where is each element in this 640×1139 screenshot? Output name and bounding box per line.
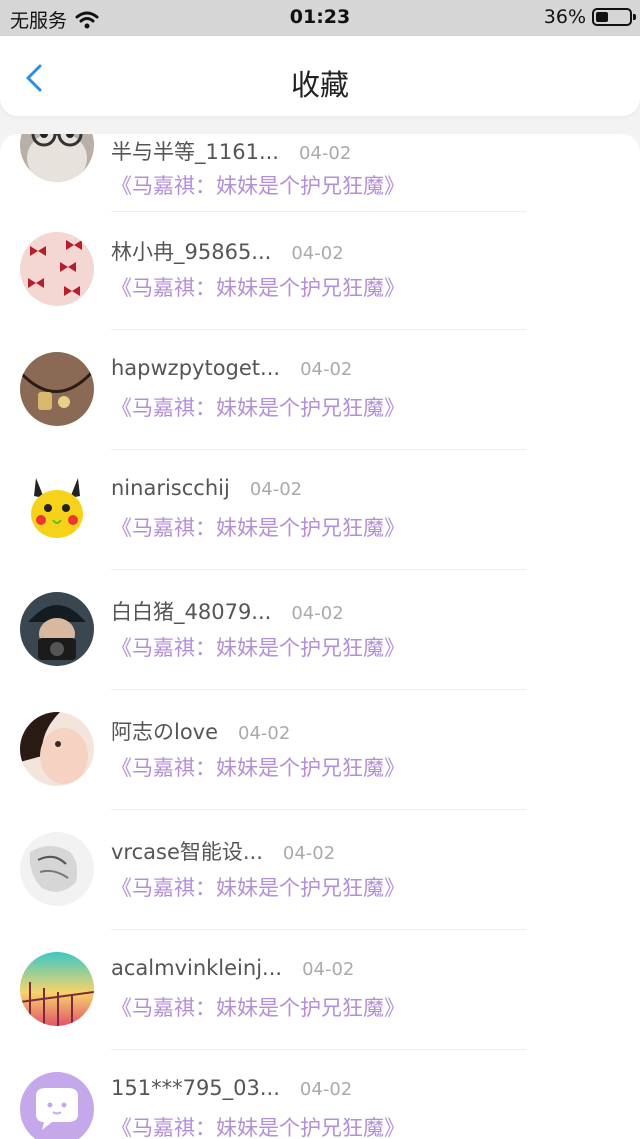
user-name: vrcase智能设... — [111, 840, 263, 864]
avatar-image — [20, 1072, 94, 1139]
user-name: 白白猪_48079... — [111, 600, 272, 624]
favorite-title[interactable]: 《马嘉祺：妹妹是个护兄狂魔》 — [111, 752, 405, 782]
favorite-title[interactable]: 《马嘉祺：妹妹是个护兄狂魔》 — [111, 1112, 405, 1139]
avatar — [20, 592, 94, 666]
item-date: 04-02 — [291, 243, 344, 264]
name-row: ninariscchij 04-02 — [111, 476, 302, 500]
nav-bar: 收藏 — [0, 36, 640, 116]
avatar — [20, 472, 94, 546]
name-row: acalmvinkleinj... 04-02 — [111, 956, 354, 980]
name-row: 林小冉_95865... 04-02 — [111, 236, 344, 266]
avatar-image — [20, 832, 94, 906]
avatar-image — [20, 712, 94, 786]
list-item[interactable]: 阿志のlove 04-02 《马嘉祺：妹妹是个护兄狂魔》 — [0, 690, 640, 810]
favorite-title[interactable]: 《马嘉祺：妹妹是个护兄狂魔》 — [111, 272, 405, 302]
list-item[interactable]: hapwzpytoget... 04-02 《马嘉祺：妹妹是个护兄狂魔》 — [0, 330, 640, 450]
avatar-image — [20, 232, 94, 306]
avatar — [20, 832, 94, 906]
avatar — [20, 712, 94, 786]
favorite-title[interactable]: 《马嘉祺：妹妹是个护兄狂魔》 — [111, 872, 405, 902]
avatar-image — [20, 352, 94, 426]
favorite-title[interactable]: 《马嘉祺：妹妹是个护兄狂魔》 — [111, 170, 405, 200]
user-name: 151***795_03... — [111, 1076, 280, 1100]
item-date: 04-02 — [291, 603, 344, 624]
name-row: 半与半等_1161... 04-02 — [111, 136, 351, 166]
favorite-title[interactable]: 《马嘉祺：妹妹是个护兄狂魔》 — [111, 992, 405, 1022]
status-right: 36% — [543, 6, 636, 28]
status-bar: 无服务 01:23 36% — [0, 0, 640, 36]
avatar-image — [20, 952, 94, 1026]
list-item[interactable]: ninariscchij 04-02 《马嘉祺：妹妹是个护兄狂魔》 — [0, 450, 640, 570]
list-item[interactable]: acalmvinkleinj... 04-02 《马嘉祺：妹妹是个护兄狂魔》 — [0, 930, 640, 1050]
favorite-title[interactable]: 《马嘉祺：妹妹是个护兄狂魔》 — [111, 392, 405, 422]
list-item[interactable]: 白白猪_48079... 04-02 《马嘉祺：妹妹是个护兄狂魔》 — [0, 570, 640, 690]
user-name: ninariscchij — [111, 476, 230, 500]
item-date: 04-02 — [282, 843, 336, 864]
list-item[interactable]: 151***795_03... 04-02 《马嘉祺：妹妹是个护兄狂魔》 — [0, 1050, 640, 1139]
avatar-image — [20, 592, 94, 666]
name-row: hapwzpytoget... 04-02 — [111, 356, 352, 380]
favorite-title[interactable]: 《马嘉祺：妹妹是个护兄狂魔》 — [111, 632, 405, 662]
page-title: 收藏 — [290, 68, 349, 102]
favorites-list[interactable]: 半与半等_1161... 04-02 《马嘉祺：妹妹是个护兄狂魔》 林小冉_95… — [0, 134, 640, 1139]
list-item[interactable]: 林小冉_95865... 04-02 《马嘉祺：妹妹是个护兄狂魔》 — [0, 210, 640, 330]
item-date: 04-02 — [249, 479, 303, 500]
user-name: 半与半等_1161... — [111, 140, 279, 164]
name-row: vrcase智能设... 04-02 — [111, 836, 335, 866]
user-name: 林小冉_95865... — [111, 240, 272, 264]
user-name: acalmvinkleinj... — [111, 956, 283, 980]
battery-icon — [592, 8, 636, 26]
item-date: 04-02 — [238, 723, 291, 744]
favorite-title[interactable]: 《马嘉祺：妹妹是个护兄狂魔》 — [111, 512, 405, 542]
avatar — [20, 134, 94, 182]
avatar — [20, 1072, 94, 1139]
item-date: 04-02 — [302, 959, 355, 980]
avatar — [20, 352, 94, 426]
avatar-image — [20, 134, 94, 182]
list-item[interactable]: vrcase智能设... 04-02 《马嘉祺：妹妹是个护兄狂魔》 — [0, 810, 640, 930]
item-date: 04-02 — [299, 1079, 353, 1100]
name-row: 151***795_03... 04-02 — [111, 1076, 352, 1100]
item-date: 04-02 — [298, 143, 352, 164]
name-row: 阿志のlove 04-02 — [111, 716, 290, 746]
avatar — [20, 952, 94, 1026]
avatar — [20, 232, 94, 306]
list-item[interactable]: 半与半等_1161... 04-02 《马嘉祺：妹妹是个护兄狂魔》 — [0, 134, 640, 212]
name-row: 白白猪_48079... 04-02 — [111, 596, 344, 626]
user-name: hapwzpytoget... — [111, 356, 281, 380]
item-date: 04-02 — [300, 359, 353, 380]
avatar-image — [20, 472, 94, 546]
user-name: 阿志のlove — [111, 720, 219, 744]
battery-percent: 36% — [543, 6, 586, 28]
